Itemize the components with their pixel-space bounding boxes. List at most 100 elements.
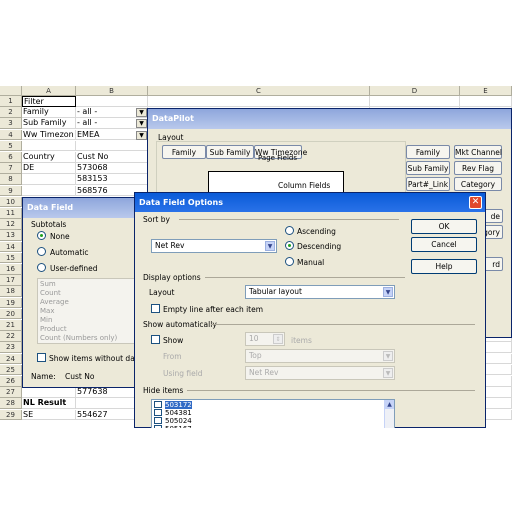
- field-button-sub-family[interactable]: Sub Family: [406, 161, 450, 175]
- options-titlebar[interactable]: Data Field Options: [135, 193, 485, 212]
- row-header-4[interactable]: 4: [0, 129, 22, 141]
- subtotals-user-radio[interactable]: [37, 263, 46, 272]
- close-icon[interactable]: ✕: [469, 196, 482, 209]
- cell-a6[interactable]: Country: [22, 152, 76, 163]
- row-header-6[interactable]: 6: [0, 152, 22, 163]
- ascending-radio[interactable]: [285, 226, 294, 235]
- row-header-21[interactable]: 21: [0, 320, 22, 331]
- row-header-1[interactable]: 1: [0, 96, 22, 107]
- column-header-b[interactable]: B: [76, 86, 148, 96]
- list-item[interactable]: 504381: [154, 409, 354, 417]
- cell-e1[interactable]: [460, 96, 512, 107]
- cell-a7[interactable]: DE: [22, 163, 76, 174]
- row-header-17[interactable]: 17: [0, 275, 22, 286]
- subtotals-automatic-radio[interactable]: [37, 247, 46, 256]
- cell-a4[interactable]: Ww Timezon: [22, 129, 76, 141]
- row-header-18[interactable]: 18: [0, 286, 22, 297]
- cell-a29[interactable]: SE: [22, 409, 76, 421]
- row-header-19[interactable]: 19: [0, 297, 22, 309]
- empty-line-checkbox[interactable]: [151, 304, 160, 313]
- show-checkbox[interactable]: [151, 335, 160, 344]
- filter-dropdown-icon[interactable]: ▼: [136, 108, 147, 118]
- filter-dropdown-icon[interactable]: ▼: [136, 130, 147, 140]
- column-header-a[interactable]: A: [22, 86, 76, 96]
- row-header-16[interactable]: 16: [0, 264, 22, 275]
- field-button-rev-flag[interactable]: Rev Flag: [454, 161, 502, 175]
- field-button-mkt-channel[interactable]: Mkt Channel: [454, 145, 502, 159]
- hide-items-list[interactable]: 503172 504381 505024 505167 ▲: [151, 399, 395, 429]
- cell-b5[interactable]: [76, 140, 148, 152]
- column-header-c[interactable]: C: [148, 86, 370, 96]
- page-field-family[interactable]: Family: [162, 145, 206, 159]
- cell-a5[interactable]: [22, 140, 76, 152]
- hide-item-label: 504381: [165, 409, 192, 417]
- ok-button[interactable]: OK: [411, 219, 477, 234]
- row-header-5[interactable]: 5: [0, 140, 22, 152]
- cell-b1[interactable]: [76, 96, 148, 107]
- list-item[interactable]: 505024: [154, 417, 354, 425]
- cell-b7[interactable]: 573068: [76, 163, 148, 174]
- corner-cell[interactable]: [0, 86, 22, 96]
- field-button-part-link[interactable]: Part#_Link: [406, 177, 450, 191]
- hide-item-checkbox[interactable]: [154, 409, 162, 416]
- filter-dropdown-icon[interactable]: ▼: [136, 119, 147, 129]
- manual-radio[interactable]: [285, 257, 294, 266]
- cell-c1[interactable]: [148, 96, 370, 107]
- row-header-22[interactable]: 22: [0, 331, 22, 342]
- row-header-29[interactable]: 29: [0, 409, 22, 421]
- page-field-sub-family[interactable]: Sub Family: [206, 145, 254, 159]
- row-header-9[interactable]: 9: [0, 185, 22, 197]
- column-header-e[interactable]: E: [460, 86, 512, 96]
- row-header-2[interactable]: 2: [0, 107, 22, 118]
- list-scrollbar[interactable]: ▲: [384, 400, 394, 428]
- descending-radio[interactable]: [285, 241, 294, 250]
- cell-a2[interactable]: Family: [22, 107, 76, 118]
- row-header-23[interactable]: 23: [0, 342, 22, 353]
- row-header-28[interactable]: 28: [0, 398, 22, 409]
- row-header-20[interactable]: 20: [0, 308, 22, 320]
- scroll-up-icon[interactable]: ▲: [385, 400, 394, 409]
- field-button-category[interactable]: Category: [454, 177, 502, 191]
- cell-a28[interactable]: NL Result: [22, 398, 76, 409]
- column-header-d[interactable]: D: [370, 86, 460, 96]
- row-header-12[interactable]: 12: [0, 219, 22, 230]
- row-header-8[interactable]: 8: [0, 174, 22, 185]
- row-header-13[interactable]: 13: [0, 230, 22, 241]
- row-header-10[interactable]: 10: [0, 196, 22, 208]
- cell-b6[interactable]: Cust No: [76, 152, 148, 163]
- row-header-3[interactable]: 3: [0, 118, 22, 129]
- subtotals-none-radio[interactable]: [37, 231, 46, 240]
- row-header-15[interactable]: 15: [0, 252, 22, 264]
- cell-a27[interactable]: [22, 387, 76, 398]
- row-header-7[interactable]: 7: [0, 163, 22, 174]
- row-header-26[interactable]: 26: [0, 376, 22, 387]
- cell-b8[interactable]: 583153: [76, 174, 148, 185]
- hide-item-checkbox[interactable]: [154, 417, 162, 424]
- row-header-11[interactable]: 11: [0, 208, 22, 219]
- hide-item-checkbox[interactable]: [154, 401, 162, 408]
- using-field-select[interactable]: Net Rev ▼: [245, 366, 395, 380]
- layout-select[interactable]: Tabular layout ▼: [245, 285, 395, 299]
- show-items-checkbox[interactable]: [37, 353, 46, 362]
- datapilot-titlebar[interactable]: DataPilot: [148, 109, 511, 129]
- cell-a1[interactable]: Filter: [22, 96, 76, 107]
- show-count-value: 10: [249, 334, 259, 343]
- cell-a8[interactable]: [22, 174, 76, 185]
- row-header-24[interactable]: 24: [0, 353, 22, 365]
- cell-a3[interactable]: Sub Family: [22, 118, 76, 129]
- field-button-family[interactable]: Family: [406, 145, 450, 159]
- list-item[interactable]: 503172: [154, 401, 354, 409]
- data-field-options-dialog[interactable]: Data Field Options ✕ Sort by Net Rev ▼ As…: [134, 192, 486, 429]
- row-header-14[interactable]: 14: [0, 241, 22, 253]
- cell-a9[interactable]: [22, 185, 76, 197]
- row-header-25[interactable]: 25: [0, 364, 22, 376]
- from-select[interactable]: Top ▼: [245, 349, 395, 363]
- layout-value: Tabular layout: [249, 287, 302, 296]
- cell-d1[interactable]: [370, 96, 460, 107]
- help-button[interactable]: Help: [411, 259, 477, 274]
- show-count-spinner[interactable]: 10 ⇕: [245, 332, 285, 346]
- cancel-button[interactable]: Cancel: [411, 237, 477, 252]
- show-items-label: Show items without data: [49, 354, 143, 363]
- sort-field-select[interactable]: Net Rev ▼: [151, 239, 277, 253]
- row-header-27[interactable]: 27: [0, 387, 22, 398]
